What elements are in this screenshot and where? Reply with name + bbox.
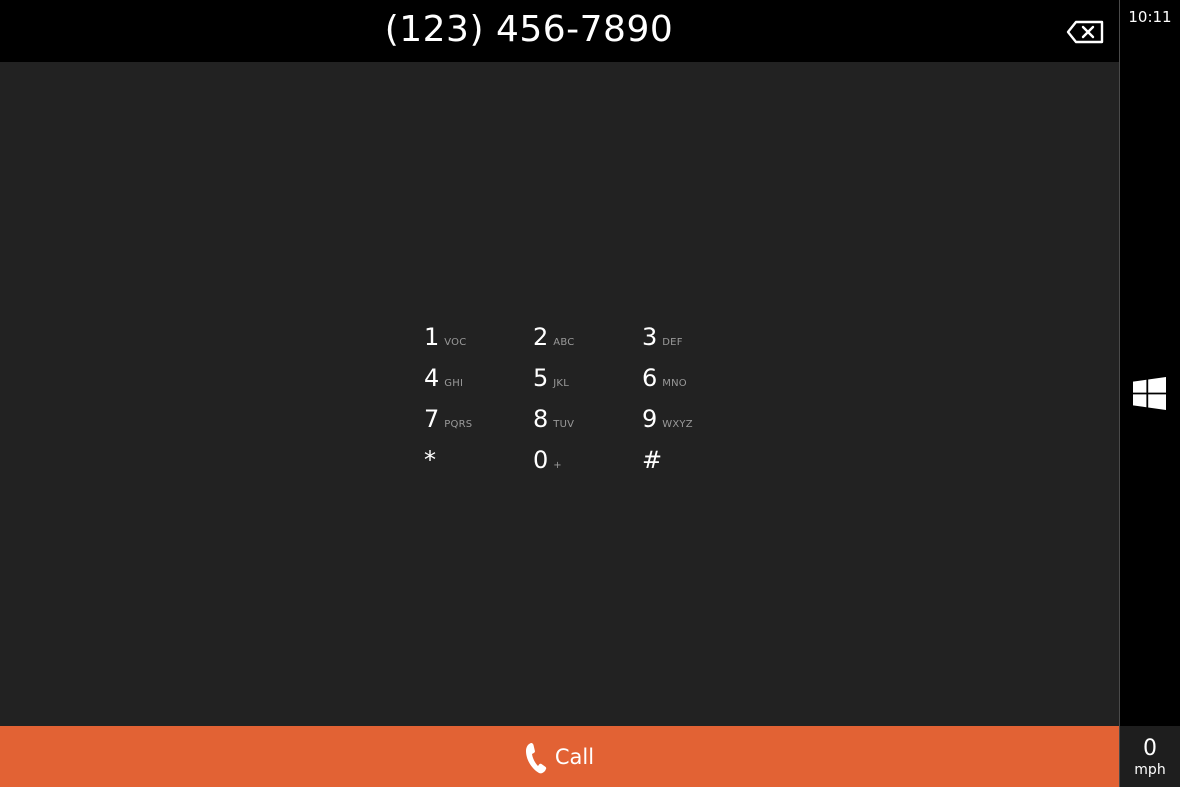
key-digit: 6 <box>642 364 658 392</box>
phone-number-display[interactable]: (123) 456-7890 <box>0 0 1058 62</box>
key-letters: VOC <box>444 337 467 348</box>
call-button-content: Call <box>0 726 1119 787</box>
windows-logo-icon <box>1133 377 1166 410</box>
key-digit: * <box>424 446 436 474</box>
key-letters: + <box>553 460 562 471</box>
key-3[interactable]: 3 DEF <box>642 320 742 358</box>
key-digit: 1 <box>424 323 440 351</box>
key-8[interactable]: 8 TUV <box>533 402 633 440</box>
key-star[interactable]: * <box>424 443 524 481</box>
call-label: Call <box>554 744 595 769</box>
key-digit: 3 <box>642 323 658 351</box>
key-letters: WXYZ <box>662 419 693 430</box>
key-5[interactable]: 5 JKL <box>533 361 633 399</box>
backspace-button[interactable] <box>1064 18 1108 46</box>
key-hash[interactable]: # <box>642 443 742 481</box>
key-9[interactable]: 9 WXYZ <box>642 402 742 440</box>
system-sidebar: 10:11 0 mph <box>1120 0 1180 787</box>
key-letters: TUV <box>553 419 575 430</box>
call-button[interactable]: Call <box>0 726 1119 787</box>
key-letters: JKL <box>553 378 569 389</box>
key-2[interactable]: 2 ABC <box>533 320 633 358</box>
key-digit: 0 <box>533 446 549 474</box>
key-6[interactable]: 6 MNO <box>642 361 742 399</box>
key-0[interactable]: 0 + <box>533 443 633 481</box>
key-letters: GHI <box>444 378 464 389</box>
key-7[interactable]: 7 PQRS <box>424 402 524 440</box>
dialer-screen: (123) 456-7890 1 VOC 2 ABC 3 DEF 4 GHI 5 JKL … <box>0 0 1119 787</box>
key-letters: ABC <box>553 337 575 348</box>
dialer-header: (123) 456-7890 <box>0 0 1119 62</box>
start-button[interactable] <box>1133 377 1166 410</box>
key-digit: 9 <box>642 405 658 433</box>
key-letters: DEF <box>662 337 683 348</box>
key-letters: MNO <box>662 378 687 389</box>
speed-unit: mph <box>1134 762 1166 778</box>
key-digit: 2 <box>533 323 549 351</box>
key-digit: 4 <box>424 364 440 392</box>
phone-icon <box>525 742 547 773</box>
clock: 10:11 <box>1128 8 1172 26</box>
key-digit: 8 <box>533 405 549 433</box>
key-digit: # <box>642 446 663 474</box>
speed-value: 0 <box>1143 736 1157 761</box>
speed-indicator: 0 mph <box>1120 726 1180 787</box>
key-digit: 7 <box>424 405 440 433</box>
backspace-icon <box>1066 20 1104 44</box>
key-letters: PQRS <box>444 419 473 430</box>
key-digit: 5 <box>533 364 549 392</box>
key-1[interactable]: 1 VOC <box>424 320 524 358</box>
dial-keypad: 1 VOC 2 ABC 3 DEF 4 GHI 5 JKL 6 MNO 7 PQRS 8 TUV… <box>424 320 724 485</box>
key-4[interactable]: 4 GHI <box>424 361 524 399</box>
